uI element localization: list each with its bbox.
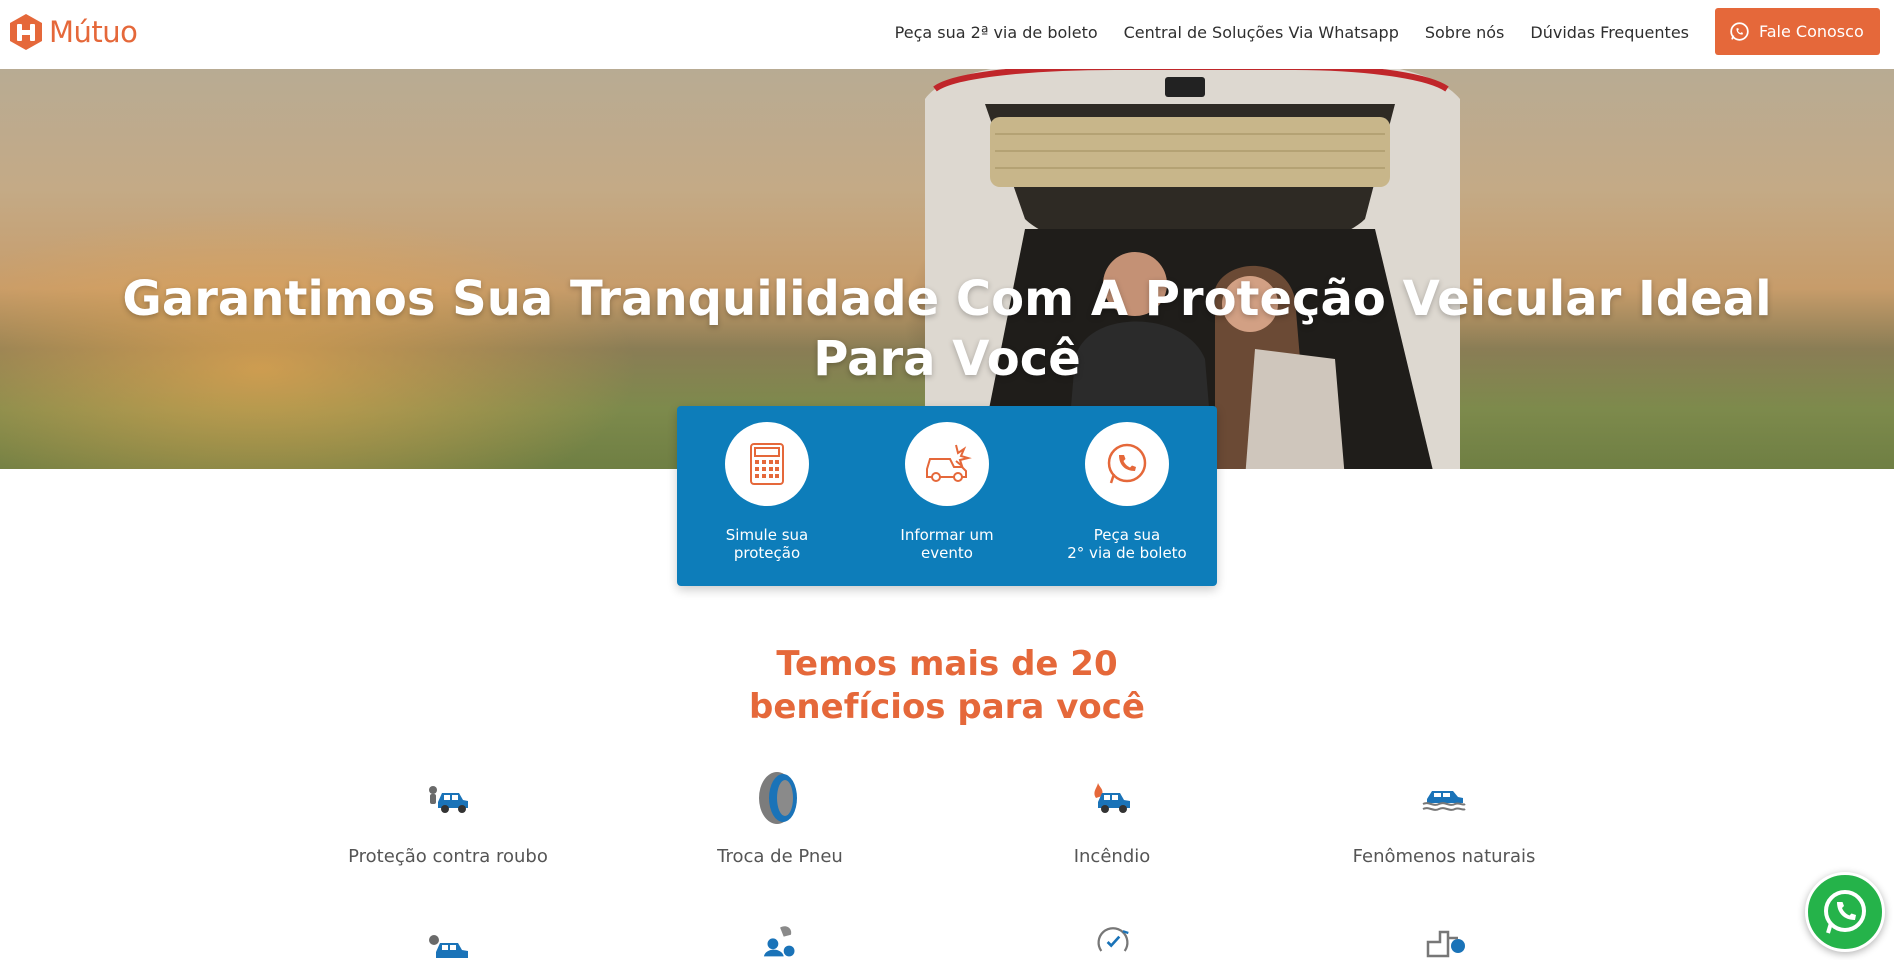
action-simulate[interactable]: Simule sua proteção (692, 422, 842, 586)
whatsapp-icon (1107, 443, 1147, 484)
action-report-event[interactable]: Informar um evento (872, 422, 1022, 586)
nav-item-whatsapp-solutions[interactable]: Central de Soluções Via Whatsapp (1124, 23, 1399, 42)
mechanic-icon (763, 926, 795, 957)
action-icon-circle (725, 422, 809, 506)
benefit-label: Incêndio (1073, 846, 1151, 867)
benefit-item-tire: Troca de Pneu (630, 770, 930, 867)
logo-text: Mútuo (49, 14, 138, 49)
benefit-label: Fenômenos naturais (1352, 846, 1536, 867)
contact-button[interactable]: Fale Conosco (1715, 8, 1880, 55)
action-label: Simule sua proteção (725, 526, 809, 562)
tire-icon (759, 772, 797, 824)
benefit-label: Troca de Pneu (717, 846, 843, 867)
whatsapp-icon (1824, 890, 1866, 934)
hero-title: Garantimos Sua Tranquilidade Com A Prote… (122, 271, 1772, 387)
whatsapp-float-button[interactable] (1805, 872, 1885, 952)
nav-item-faq[interactable]: Dúvidas Frequentes (1530, 23, 1689, 42)
car-crash-icon (926, 444, 972, 482)
benefit-item-theft: Proteção contra roubo (298, 770, 598, 867)
action-label: Peça sua 2° via de boleto (1067, 526, 1187, 562)
car-assistance-icon (429, 935, 468, 958)
flood-car-icon (1422, 791, 1466, 811)
page: Mútuo Peça sua 2ª via de boleto Central … (0, 0, 1894, 960)
nav-item-about[interactable]: Sobre nós (1425, 23, 1505, 42)
action-icon-circle (905, 422, 989, 506)
action-boleto[interactable]: Peça sua 2° via de boleto (1052, 422, 1202, 586)
car-fire-icon (1094, 783, 1130, 813)
benefits-heading: Temos mais de 20 benefícios para você (749, 644, 1145, 727)
benefit-item-fire: Incêndio (962, 770, 1262, 867)
main-nav: Peça sua 2ª via de boleto Central de Sol… (895, 0, 1689, 64)
tow-truck-icon (1426, 930, 1465, 958)
logo-mark-icon (10, 14, 42, 50)
top-header: Mútuo Peça sua 2ª via de boleto Central … (0, 0, 1894, 69)
nav-item-boleto[interactable]: Peça sua 2ª via de boleto (895, 23, 1098, 42)
benefit-label: Proteção contra roubo (348, 846, 548, 867)
contact-button-label: Fale Conosco (1759, 22, 1864, 41)
car-theft-icon (429, 786, 468, 813)
24h-icon (1097, 927, 1129, 952)
action-icon-circle (1085, 422, 1169, 506)
quick-actions-panel: Simule sua proteção Informar um evento P… (677, 406, 1217, 586)
whatsapp-icon (1730, 22, 1749, 41)
calculator-icon (750, 443, 784, 485)
logo[interactable]: Mútuo (8, 13, 138, 51)
benefit-item-natural: Fenômenos naturais (1294, 770, 1594, 867)
action-label: Informar um evento (900, 526, 994, 562)
